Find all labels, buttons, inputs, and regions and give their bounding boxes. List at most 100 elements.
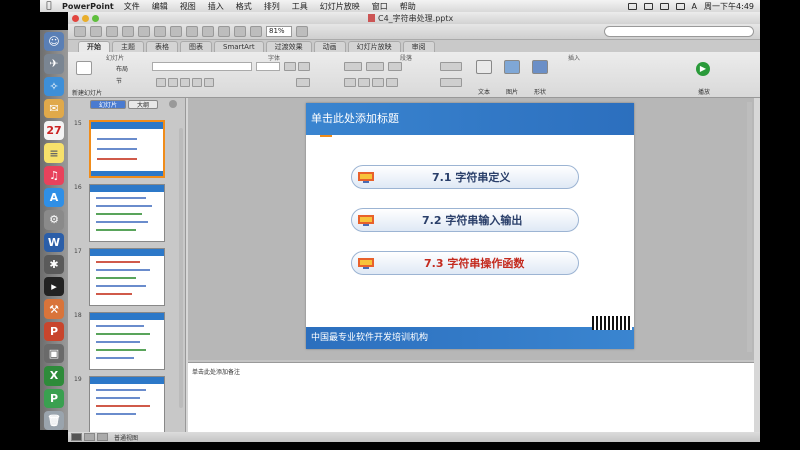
italic-button[interactable] — [168, 78, 178, 87]
slide-thumbnail[interactable] — [89, 376, 165, 434]
slide-thumbnail-row[interactable]: 16 — [68, 184, 178, 244]
text-label[interactable]: 文本 — [478, 87, 490, 96]
minimize-window-button[interactable] — [82, 14, 89, 22]
slide-thumbnail[interactable] — [89, 312, 165, 370]
shape-label[interactable]: 形状 — [534, 87, 546, 96]
menu-edit[interactable]: 编辑 — [152, 1, 168, 12]
safari-icon[interactable]: ✧ — [44, 76, 64, 96]
visual-studio-icon[interactable]: ✱ — [44, 254, 64, 275]
trash-icon[interactable]: 🗑 — [44, 410, 64, 431]
powerpoint-icon[interactable]: P — [44, 321, 64, 341]
layout-button[interactable]: 布局 — [116, 64, 128, 73]
cut-button[interactable] — [138, 26, 150, 37]
align-left-button[interactable] — [344, 78, 356, 87]
insert-picture-button[interactable] — [250, 26, 262, 37]
tab-slideshow[interactable]: 幻灯片放映 — [347, 41, 401, 52]
new-button[interactable] — [74, 26, 86, 37]
tab-home[interactable]: 开始 — [78, 41, 110, 52]
picture-label[interactable]: 图片 — [506, 87, 518, 96]
redo-button[interactable] — [218, 26, 230, 37]
menu-tools[interactable]: 工具 — [292, 1, 308, 12]
menu-window[interactable]: 窗口 — [372, 1, 388, 12]
wifi-icon[interactable] — [659, 2, 669, 10]
slide-thumbnail-row[interactable]: 19 — [68, 376, 178, 436]
print-button[interactable] — [122, 26, 134, 37]
slide-thumbnail-row[interactable]: 18 — [68, 312, 178, 372]
slide-thumbnail-row[interactable]: 15 — [68, 120, 178, 180]
tab-themes[interactable]: 主题 — [112, 41, 144, 52]
close-window-button[interactable] — [72, 14, 79, 22]
itunes-icon[interactable]: ♫ — [44, 165, 64, 185]
onenote-icon[interactable]: P — [44, 388, 64, 408]
menu-insert[interactable]: 插入 — [208, 1, 224, 12]
bluetooth-icon[interactable] — [643, 2, 653, 10]
notes-icon[interactable]: ≡ — [44, 143, 64, 163]
shape-icon[interactable] — [532, 60, 548, 74]
strikethrough-button[interactable] — [204, 78, 214, 87]
normal-view-button[interactable] — [71, 433, 82, 441]
camera-icon[interactable] — [627, 2, 637, 10]
tab-transitions[interactable]: 过渡效果 — [265, 41, 312, 52]
system-preferences-icon[interactable]: ⚙ — [44, 210, 64, 230]
mail-icon[interactable]: ✉ — [44, 98, 64, 119]
section-button[interactable]: 节 — [116, 76, 122, 85]
tab-animations[interactable]: 动画 — [313, 41, 346, 52]
excel-icon[interactable]: X — [44, 366, 64, 386]
tab-smartart[interactable]: SmartArt — [214, 41, 264, 52]
slide-thumbnail-row[interactable]: 17 — [68, 248, 178, 308]
menu-item-string-functions[interactable]: 7.3 字符串操作函数 — [351, 251, 579, 275]
increase-font-button[interactable] — [284, 62, 296, 71]
decrease-font-button[interactable] — [298, 62, 310, 71]
menu-slideshow[interactable]: 幻灯片放映 — [320, 1, 360, 12]
menu-file[interactable]: 文件 — [124, 1, 140, 12]
apple-menu-icon[interactable]:  — [40, 1, 58, 11]
xcode-icon[interactable]: ⚒ — [44, 299, 64, 319]
slide-sorter-button[interactable] — [84, 433, 95, 441]
slide-title[interactable]: 单击此处添加标题 — [306, 103, 634, 135]
zoom-field[interactable]: 81% — [266, 26, 292, 37]
format-painter-button[interactable] — [186, 26, 198, 37]
align-right-button[interactable] — [372, 78, 384, 87]
launchpad-icon[interactable]: ✈ — [44, 54, 64, 74]
search-input[interactable] — [604, 26, 754, 37]
app-menu[interactable]: PowerPoint — [62, 2, 114, 11]
align-center-button[interactable] — [358, 78, 370, 87]
app-store-icon[interactable]: A — [44, 187, 64, 208]
tab-outline[interactable]: 大纲 — [128, 99, 159, 109]
tab-tables[interactable]: 表格 — [146, 41, 178, 52]
canvas-scrollbar[interactable] — [747, 102, 752, 352]
tab-charts[interactable]: 图表 — [180, 41, 212, 52]
notes-pane[interactable]: 单击此处添加备注 — [188, 362, 754, 434]
numbering-button[interactable] — [366, 62, 384, 71]
calendar-icon[interactable]: 27 — [44, 121, 64, 141]
copy-button[interactable] — [154, 26, 166, 37]
new-slide-label[interactable]: 新建幻灯片 — [72, 88, 102, 97]
open-button[interactable] — [90, 26, 102, 37]
align-text-button[interactable] — [440, 78, 462, 87]
close-panel-icon[interactable] — [169, 100, 177, 108]
slide-thumbnail[interactable] — [89, 248, 165, 306]
tab-review[interactable]: 审阅 — [402, 41, 435, 52]
input-method-indicator[interactable]: A — [692, 2, 697, 11]
bullets-button[interactable] — [344, 62, 362, 71]
justify-button[interactable] — [386, 78, 398, 87]
menu-format[interactable]: 格式 — [236, 1, 252, 12]
bold-button[interactable] — [156, 78, 166, 87]
preview-icon[interactable]: ▣ — [44, 343, 64, 364]
menu-view[interactable]: 视图 — [180, 1, 196, 12]
picture-icon[interactable] — [504, 60, 520, 74]
menu-item-string-definition[interactable]: 7.1 字符串定义 — [351, 165, 579, 189]
tab-slides[interactable]: 幻灯片 — [90, 99, 127, 109]
indent-button[interactable] — [388, 62, 402, 71]
font-color-button[interactable] — [296, 78, 310, 87]
help-button[interactable] — [296, 26, 308, 37]
text-direction-button[interactable] — [440, 62, 462, 71]
current-slide[interactable]: 单击此处添加标题 7.1 字符串定义 7.2 字符串输入输出 7.3 字符串操作… — [306, 103, 634, 349]
finder-icon[interactable]: ☺ — [44, 32, 64, 52]
save-button[interactable] — [106, 26, 118, 37]
menu-help[interactable]: 帮助 — [400, 1, 416, 12]
underline-button[interactable] — [180, 78, 190, 87]
panel-scrollbar[interactable] — [179, 128, 183, 408]
terminal-icon[interactable]: ▸ — [44, 277, 64, 297]
clock[interactable]: 周一下午4:49 — [704, 1, 754, 12]
